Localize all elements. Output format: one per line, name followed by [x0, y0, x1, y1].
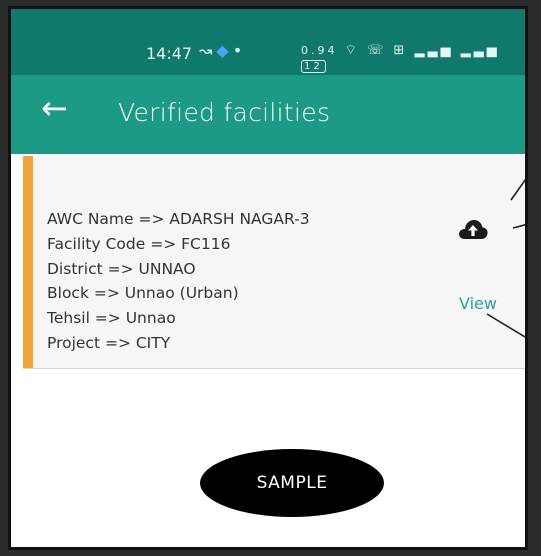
system-icons: 0.94 ⌔ ☏ ⊞ ▂▃▅ ▂▃▅ 12 [301, 42, 525, 73]
awc-name-line: AWC Name => ADARSH NAGAR-3 [47, 210, 310, 228]
notification-icons: ↝◆• [199, 41, 246, 60]
facility-code-line: Facility Code => FC116 [47, 234, 231, 253]
signal-icon: ▂▃▅ [414, 43, 454, 58]
sample-label: SAMPLE [256, 473, 328, 493]
district-line: District => UNNAO [47, 259, 196, 278]
view-link[interactable]: View [459, 294, 497, 313]
volte-icon: ☏ [367, 43, 387, 58]
project-line: Project => CITY [47, 333, 171, 352]
page-title: Verified facilities [118, 98, 331, 127]
phone-screen: 14:47 ↝◆• 0.94 ⌔ ☏ ⊞ ▂▃▅ ▂▃▅ 12 ← Verifi… [8, 6, 528, 550]
sample-badge: SAMPLE [200, 449, 384, 517]
facility-details: AWC Name => ADARSH NAGAR-3 Facility Code… [47, 207, 310, 356]
status-time: 14:47 [146, 44, 193, 63]
card-accent-stripe [23, 156, 33, 368]
missed-call-icon: ↝ [199, 41, 217, 60]
facility-card: AWC Name => ADARSH NAGAR-3 Facility Code… [23, 156, 525, 369]
wifi-icon: ⌔ [344, 43, 360, 58]
block-line: Block => Unnao (Urban) [47, 284, 239, 303]
cloud-upload-icon[interactable] [458, 218, 488, 240]
more-notifications-icon: • [232, 41, 247, 60]
lte-icon: ⊞ [393, 43, 408, 58]
network-speed: 0.94 [301, 44, 338, 57]
tehsil-line: Tehsil => Unnao [47, 309, 176, 328]
back-arrow-icon[interactable]: ← [41, 92, 68, 124]
signal-icon-2: ▂▃▅ [460, 43, 500, 58]
app-bar: ← Verified facilities [11, 75, 525, 154]
app-notification-icon: ◆ [216, 41, 233, 60]
status-bar: 14:47 ↝◆• 0.94 ⌔ ☏ ⊞ ▂▃▅ ▂▃▅ 12 [11, 9, 525, 75]
battery-icon: 12 [301, 60, 326, 73]
